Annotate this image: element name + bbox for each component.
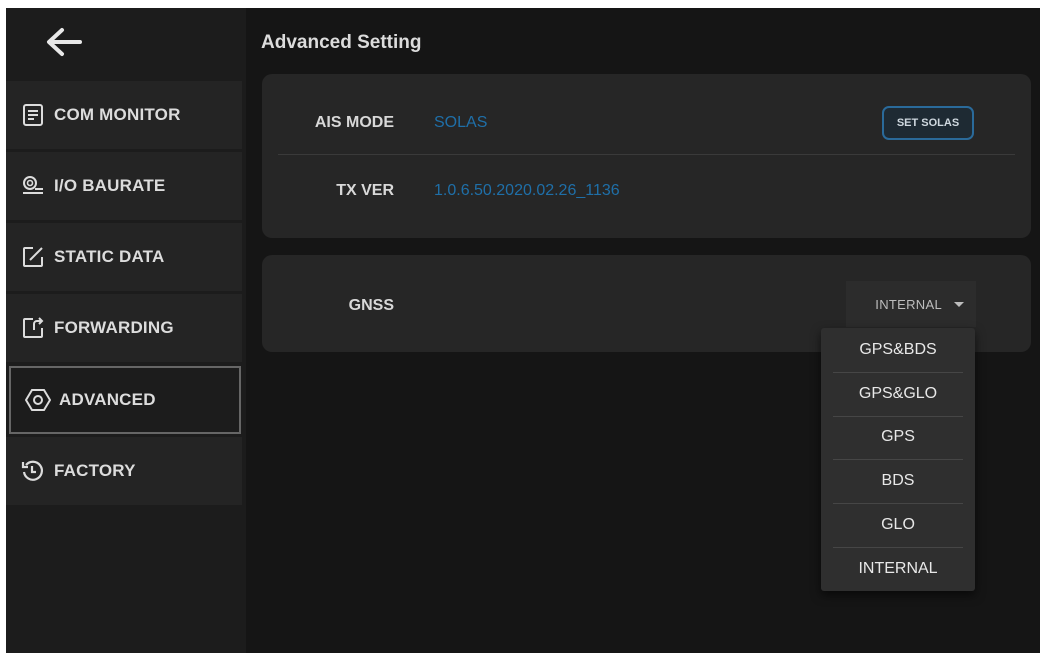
set-solas-button[interactable]: SET SOLAS (882, 106, 974, 140)
gnss-select[interactable]: INTERNAL (846, 281, 976, 327)
gnss-selected-value: INTERNAL (875, 296, 942, 312)
sidebar-item-io-baurate[interactable]: I/O BAURATE (6, 152, 242, 220)
arrow-left-icon (47, 28, 82, 56)
ais-mode-label: AIS MODE (314, 114, 394, 131)
sidebar-item-static-data[interactable]: STATIC DATA (6, 223, 242, 291)
sidebar-item-forwarding[interactable]: FORWARDING (6, 294, 242, 362)
sidebar-item-label: FORWARDING (54, 318, 174, 337)
edit-square-icon (20, 244, 46, 270)
app-window: COM MONITOR I/O BAURATE STATIC DATA FORW… (6, 8, 1040, 653)
gnss-label: GNSS (348, 297, 394, 314)
gnss-option[interactable]: INTERNAL (821, 546, 975, 591)
sensor-icon (20, 173, 46, 199)
sidebar-item-com-monitor[interactable]: COM MONITOR (6, 81, 242, 149)
restore-icon (20, 458, 46, 484)
tx-ver-label: TX VER (336, 182, 394, 199)
page-title: Advanced Setting (261, 32, 422, 53)
back-button[interactable] (40, 22, 88, 62)
hexagon-settings-icon (25, 387, 51, 413)
tx-ver-value: 1.0.6.50.2020.02.26_1136 (434, 182, 620, 199)
dropdown-arrow-icon (954, 301, 964, 307)
gnss-option[interactable]: GPS (821, 415, 975, 460)
sidebar-item-label: COM MONITOR (54, 105, 181, 124)
sidebar: COM MONITOR I/O BAURATE STATIC DATA FORW… (6, 8, 246, 653)
sidebar-item-advanced[interactable]: ADVANCED (9, 366, 241, 434)
sidebar-item-label: ADVANCED (59, 390, 156, 409)
sidebar-item-label: STATIC DATA (54, 247, 165, 266)
gnss-option[interactable]: GLO (821, 503, 975, 547)
gnss-option[interactable]: BDS (821, 459, 975, 503)
gnss-dropdown-menu: GPS&BDS GPS&GLO GPS BDS GLO INTERNAL (821, 328, 975, 591)
info-card: AIS MODE SOLAS SET SOLAS TX VER 1.0.6.50… (262, 74, 1031, 238)
sidebar-item-label: I/O BAURATE (54, 176, 166, 195)
divider (278, 154, 1015, 155)
gnss-option[interactable]: GPS&GLO (821, 371, 975, 416)
receipt-icon (20, 102, 46, 128)
ais-mode-value: SOLAS (434, 114, 488, 131)
sidebar-item-factory[interactable]: FACTORY (6, 437, 242, 505)
sidebar-item-label: FACTORY (54, 461, 136, 480)
forward-box-icon (20, 315, 46, 341)
gnss-option[interactable]: GPS&BDS (821, 328, 975, 372)
